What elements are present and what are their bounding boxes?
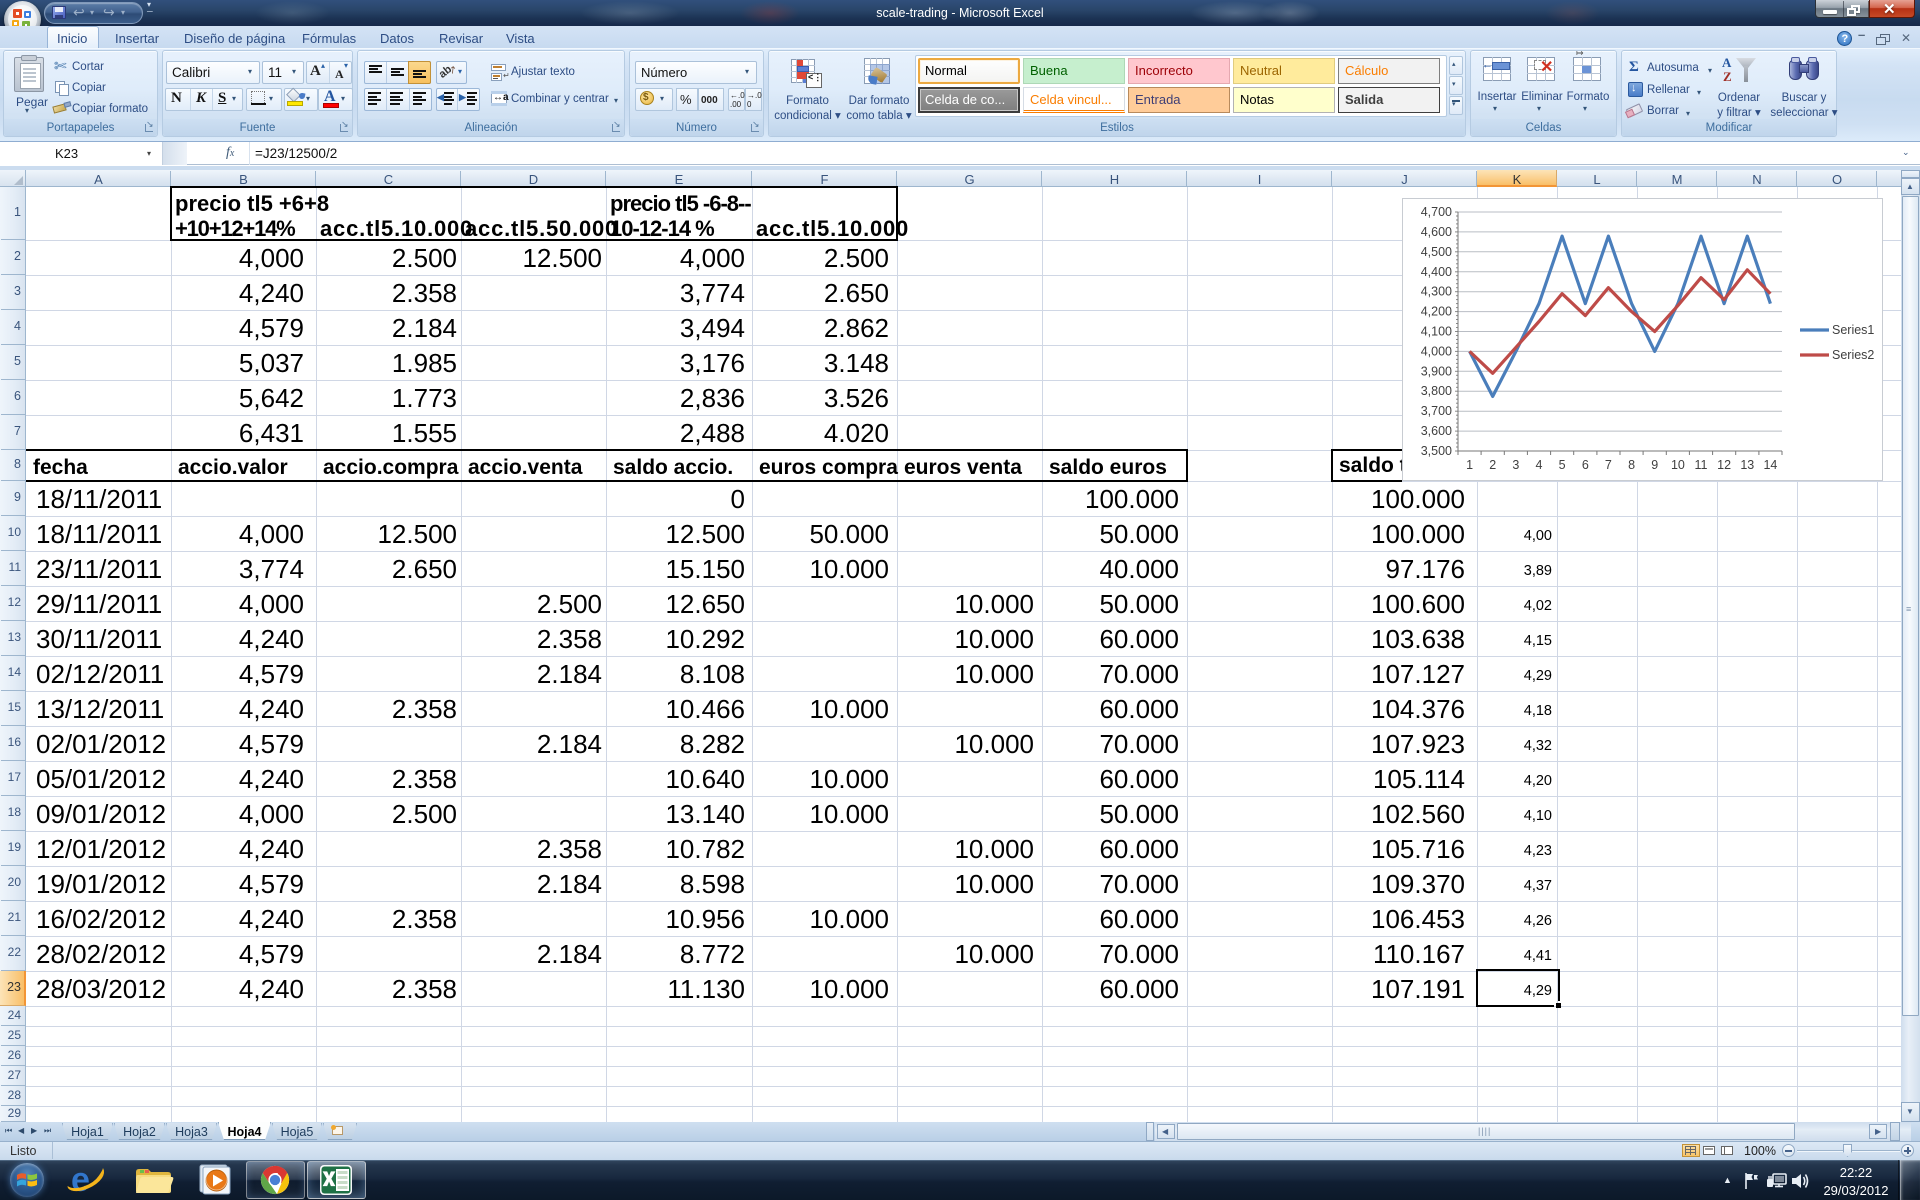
svg-text:3,900: 3,900 [1421, 364, 1452, 378]
svg-text:13: 13 [1740, 458, 1754, 472]
svg-text:9: 9 [1651, 458, 1658, 472]
svg-text:3,500: 3,500 [1421, 444, 1452, 458]
svg-text:4,000: 4,000 [1421, 344, 1452, 358]
svg-text:3: 3 [1512, 458, 1519, 472]
svg-text:4,700: 4,700 [1421, 205, 1452, 219]
svg-text:3,600: 3,600 [1421, 424, 1452, 438]
svg-text:e: e [71, 1162, 90, 1198]
svg-text:2: 2 [1489, 458, 1496, 472]
svg-text:4,500: 4,500 [1421, 245, 1452, 259]
svg-text:10: 10 [1671, 458, 1685, 472]
svg-text:11: 11 [1695, 458, 1708, 472]
svg-text:4,100: 4,100 [1421, 325, 1452, 339]
svg-text:3,800: 3,800 [1421, 384, 1452, 398]
svg-text:8: 8 [1628, 458, 1635, 472]
svg-text:7: 7 [1605, 458, 1612, 472]
svg-text:4: 4 [1536, 458, 1543, 472]
svg-text:5: 5 [1559, 458, 1566, 472]
svg-text:12: 12 [1717, 458, 1731, 472]
svg-text:14: 14 [1763, 458, 1777, 472]
svg-text:3,700: 3,700 [1421, 404, 1452, 418]
svg-text:4,400: 4,400 [1421, 265, 1452, 279]
svg-text:1: 1 [1466, 458, 1473, 472]
svg-text:4,600: 4,600 [1421, 225, 1452, 239]
svg-text:Series1: Series1 [1832, 323, 1874, 337]
svg-text:Series2: Series2 [1832, 348, 1874, 362]
svg-text:4,300: 4,300 [1421, 285, 1452, 299]
svg-text:4,200: 4,200 [1421, 305, 1452, 319]
svg-text:6: 6 [1582, 458, 1589, 472]
